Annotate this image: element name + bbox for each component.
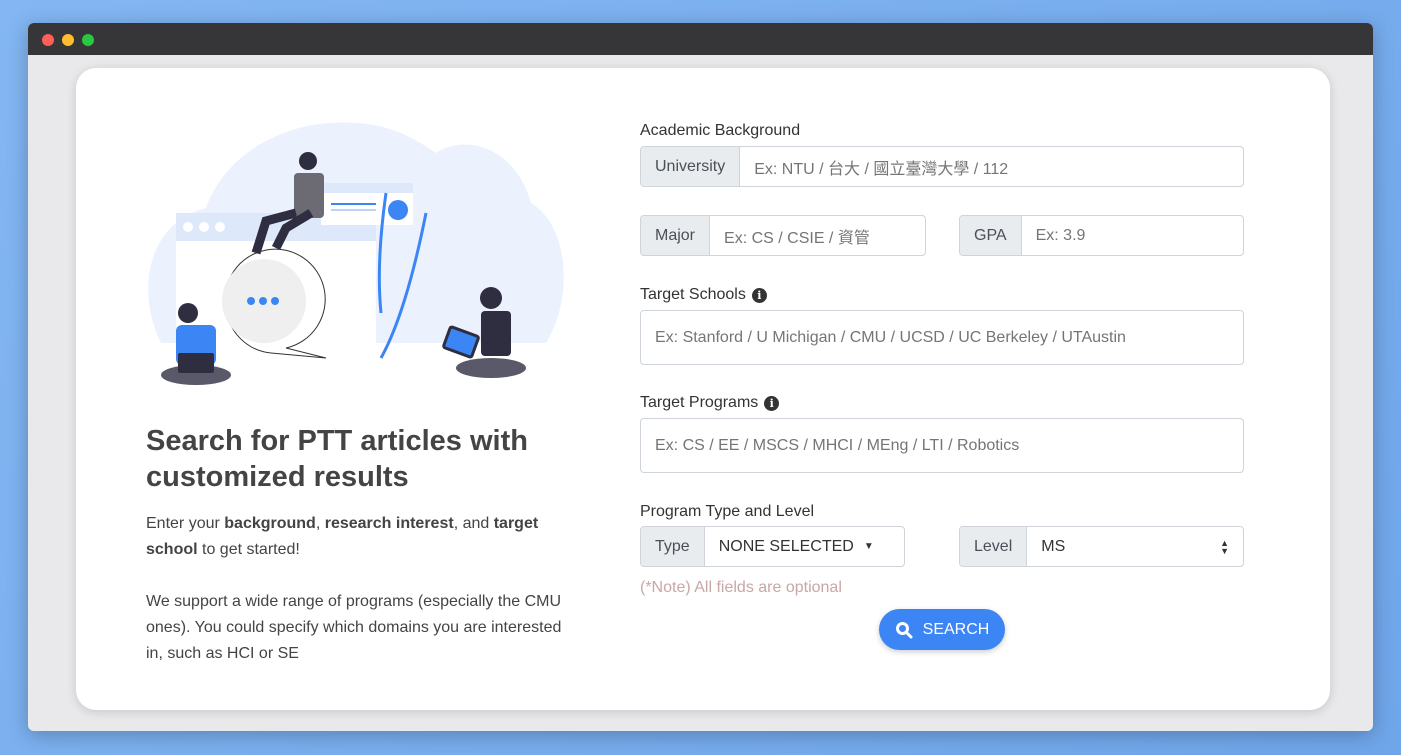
sort-arrows-icon: ▲ ▼ bbox=[1220, 537, 1229, 556]
browser-window: Search for PTT articles with customized … bbox=[28, 23, 1373, 731]
maximize-window-button[interactable] bbox=[82, 34, 94, 46]
type-select-group[interactable]: Type NONE SELECTED ▼ bbox=[640, 526, 905, 567]
target-programs-label: Target Programs i bbox=[640, 394, 780, 412]
program-type-level-label: Program Type and Level bbox=[640, 503, 815, 520]
hero-support-text: We support a wide range of programs (esp… bbox=[146, 593, 562, 662]
target-schools-input[interactable]: Ex: Stanford / U Michigan / CMU / UCSD /… bbox=[640, 310, 1244, 365]
hero-intro: Enter your background, research interest… bbox=[146, 515, 539, 558]
gpa-addon: GPA bbox=[960, 216, 1022, 255]
gpa-input[interactable]: Ex: 3.9 bbox=[1022, 216, 1243, 255]
level-select[interactable]: MS ▲ ▼ bbox=[1027, 527, 1243, 566]
major-input[interactable]: Ex: CS / CSIE / 資管 bbox=[710, 216, 925, 255]
search-card: Search for PTT articles with customized … bbox=[76, 68, 1330, 710]
major-addon: Major bbox=[641, 216, 711, 255]
type-dropdown[interactable]: NONE SELECTED ▼ bbox=[705, 527, 904, 566]
level-select-group[interactable]: Level MS ▲ ▼ bbox=[959, 526, 1244, 567]
minimize-window-button[interactable] bbox=[62, 34, 74, 46]
optional-note: (*Note) All fields are optional bbox=[640, 579, 842, 596]
close-window-button[interactable] bbox=[42, 34, 54, 46]
hero-title: Search for PTT articles with customized … bbox=[146, 425, 528, 493]
title-bar bbox=[28, 23, 1373, 55]
university-input-group[interactable]: University Ex: NTU / 台大 / 國立臺灣大學 / 112 bbox=[640, 146, 1244, 187]
level-addon: Level bbox=[960, 527, 1028, 566]
academic-background-label: Academic Background bbox=[640, 122, 801, 139]
gpa-input-group[interactable]: GPA Ex: 3.9 bbox=[959, 215, 1244, 256]
search-button[interactable]: SEARCH bbox=[879, 609, 1005, 650]
target-programs-input[interactable]: Ex: CS / EE / MSCS / MHCI / MEng / LTI /… bbox=[640, 418, 1244, 473]
search-icon bbox=[895, 621, 913, 638]
university-input[interactable]: Ex: NTU / 台大 / 國立臺灣大學 / 112 bbox=[740, 147, 1243, 186]
university-addon: University bbox=[641, 147, 741, 186]
caret-down-icon: ▼ bbox=[863, 541, 874, 552]
illustration bbox=[148, 122, 564, 385]
target-schools-label: Target Schools i bbox=[640, 286, 767, 304]
info-icon[interactable]: i bbox=[751, 287, 767, 303]
info-icon[interactable]: i bbox=[764, 395, 780, 411]
search-button-label: SEARCH bbox=[922, 620, 990, 638]
major-input-group[interactable]: Major Ex: CS / CSIE / 資管 bbox=[640, 215, 926, 256]
type-addon: Type bbox=[641, 527, 705, 566]
